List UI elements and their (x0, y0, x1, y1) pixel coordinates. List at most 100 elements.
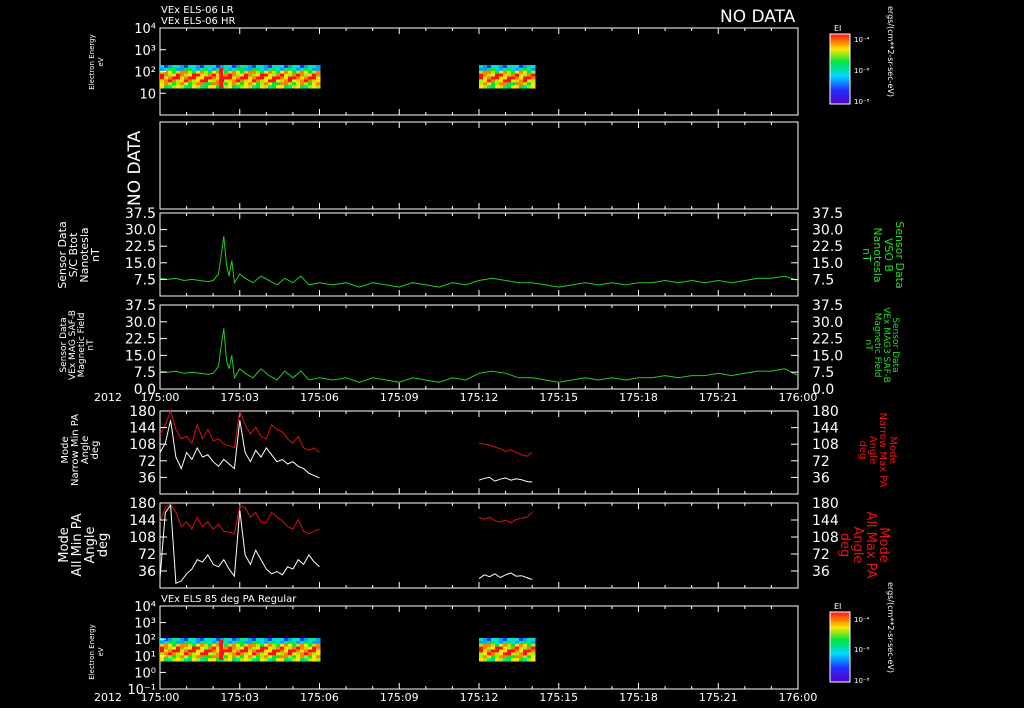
spectrogram-cell (479, 649, 484, 653)
spectrogram-cell (176, 85, 181, 89)
spectrogram-cell (228, 70, 233, 75)
spectrogram-cell (511, 646, 516, 650)
spectrogram-cell (176, 76, 181, 80)
spectrogram-cell (268, 643, 273, 648)
spectrogram-cell (284, 643, 289, 648)
spectrogram-cell (188, 70, 193, 75)
panel6-ytick-right: 144 (812, 513, 839, 529)
spectrogram-cell (252, 79, 257, 83)
spectrogram-cell (180, 646, 185, 650)
spec2-ytick: 10⁰ (134, 666, 156, 681)
spectrogram-cell (188, 640, 193, 645)
spectrogram-cell (196, 65, 201, 69)
panel4-ytick-left: 30.0 (125, 315, 156, 331)
spectrogram-cell (531, 79, 536, 83)
spectrogram-cell (200, 67, 205, 72)
spectrogram-cell (296, 70, 301, 75)
spectrogram-cell (268, 655, 273, 659)
spectrogram-cell (304, 649, 309, 653)
spectrogram-cell (507, 70, 512, 75)
spectrogram-cell (212, 658, 217, 662)
spectrogram-cell (280, 70, 285, 75)
spectrogram-cell (499, 67, 504, 72)
spectrogram-cell (196, 85, 201, 89)
spectrogram-cell (208, 655, 213, 659)
spectrogram-cell (244, 658, 249, 662)
spectrogram-cell (184, 70, 189, 75)
spectrogram-cell (276, 73, 281, 77)
spec2-ylabel-line2: eV (97, 647, 105, 656)
spectrogram-cell (503, 640, 508, 645)
spectrogram-cell (272, 73, 277, 77)
spectrogram-cell (176, 638, 181, 642)
spectrogram-cell (236, 85, 241, 89)
spectrogram-cell (272, 646, 277, 650)
spectrogram-cell (523, 643, 528, 648)
colorbar-top-tick-3: 10⁻⁸ (854, 98, 870, 106)
spectrogram-cell (527, 82, 532, 86)
spectrogram-cell (531, 655, 536, 659)
spectrogram-cell (499, 73, 504, 77)
spectrogram-cell (204, 82, 209, 86)
spectrogram-cell (240, 70, 245, 75)
panel6-ytick-right: 180 (812, 496, 839, 512)
spectrogram-cell (256, 638, 261, 642)
panel5-ytick-right: 180 (812, 404, 839, 420)
spectrogram-cell (192, 82, 197, 86)
spectrogram-cell (495, 638, 500, 642)
spectrogram-cell (224, 658, 229, 662)
spectrogram-cell (507, 79, 512, 83)
spectrogram-cell (184, 76, 189, 80)
spectrogram-cell (248, 73, 253, 77)
spectrogram-cell (304, 646, 309, 650)
spectrogram-cell (192, 652, 197, 656)
spectrogram-cell (523, 649, 528, 653)
spectrogram-cell (495, 70, 500, 75)
spectrogram-cell (256, 646, 261, 650)
spectrogram-cell (527, 646, 532, 650)
spectrogram-cell (204, 79, 209, 83)
spectrogram-cell (244, 638, 249, 642)
spectrogram-cell (244, 649, 249, 653)
spectrogram-cell (519, 638, 524, 642)
spectrogram-cell (248, 67, 253, 72)
spectrogram-cell (164, 65, 169, 69)
spectrogram-cell (491, 646, 496, 650)
spectrogram-cell (244, 640, 249, 645)
spectrogram-cell (499, 85, 504, 89)
spectrogram-cell (507, 638, 512, 642)
spectrogram-cell (184, 67, 189, 72)
spectrogram-cell (316, 82, 321, 86)
spectrogram-cell (264, 65, 269, 69)
panel4-left-line4: nT (86, 339, 96, 351)
spectrogram-cell (160, 85, 165, 89)
spectrogram-cell (256, 652, 261, 656)
spectrogram-cell (304, 643, 309, 648)
spectrogram-cell (519, 655, 524, 659)
spectrogram-cell (240, 649, 245, 653)
spectrogram-cell (515, 655, 520, 659)
spectrogram-cell (252, 652, 257, 656)
spectrogram-cell (216, 65, 221, 69)
spectrogram-cell (491, 67, 496, 72)
spectrogram-cell (479, 82, 484, 86)
spectrogram-cell (164, 82, 169, 86)
spectrogram-cell (180, 76, 185, 80)
spectrogram-cell (208, 70, 213, 75)
spectrogram-cell (232, 76, 237, 80)
spectrogram-cell (523, 85, 528, 89)
spectrogram-cell (188, 67, 193, 72)
spectrogram-cell (272, 67, 277, 72)
spectrogram-cell (304, 73, 309, 77)
spectrogram-cell (312, 70, 317, 75)
spectrogram-cell (511, 655, 516, 659)
spectrogram-cell (511, 76, 516, 80)
spectrogram-cell (288, 70, 293, 75)
spectrogram-cell (483, 658, 488, 662)
spectrogram-cell (188, 658, 193, 662)
spec2-ytick: 10² (134, 633, 156, 648)
panel3-ytick-left: 15.0 (125, 256, 156, 272)
spectrogram-cell (487, 649, 492, 653)
spectrogram-cell (511, 82, 516, 86)
spectrogram-cell (192, 638, 197, 642)
